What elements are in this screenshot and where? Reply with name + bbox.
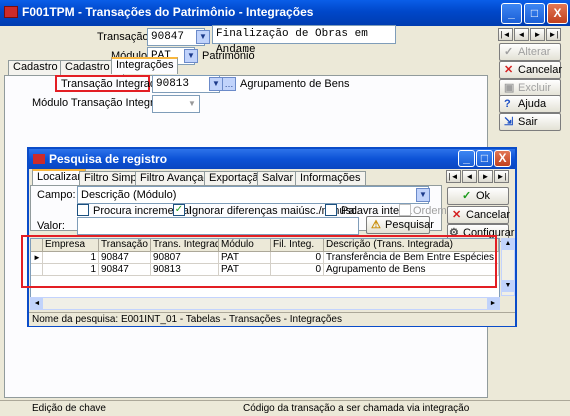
scroll-up-icon[interactable]: ▲ (502, 238, 514, 250)
tab-localizar[interactable]: Localizar (32, 169, 87, 186)
dialog-minimize-button[interactable]: _ (458, 150, 475, 167)
maximize-button[interactable]: □ (524, 3, 545, 24)
dialog-app-icon (33, 154, 45, 164)
cancelar-button[interactable]: ✕ Cancelar (499, 61, 562, 79)
tab-salvar[interactable]: Salvar (257, 171, 299, 186)
minimize-button[interactable]: _ (501, 3, 522, 24)
status-right: Código da transação a ser chamada via in… (243, 403, 470, 414)
modulo-desc: Patrimônio (202, 50, 255, 62)
transacao-lookup-button[interactable]: ▼ (196, 30, 210, 44)
x-icon: ✕ (504, 64, 514, 76)
dialog-maximize-button[interactable]: □ (476, 150, 493, 167)
nav-last-button[interactable]: ►| (546, 28, 561, 41)
ajuda-button[interactable]: ? Ajuda (499, 95, 561, 113)
pesquisar-button[interactable]: ⚠ Pesquisar (366, 216, 434, 234)
x-icon: ✕ (452, 209, 462, 221)
valor-label: Valor: (37, 220, 65, 232)
check-icon: ✓ (504, 46, 514, 58)
chevron-down-icon: ▼ (188, 99, 196, 108)
trash-icon: ▣ (504, 82, 515, 94)
tab-informacoes[interactable]: Informações (295, 171, 366, 186)
transacao-integrada-lookup-button[interactable]: … (222, 77, 236, 91)
warning-icon: ⚠ (371, 219, 381, 231)
close-button[interactable]: X (547, 3, 568, 24)
dialog-title: Pesquisa de registro (49, 152, 168, 166)
transacao-integrada-label: Transação Integrada: (61, 78, 166, 90)
ok-button[interactable]: ✓ Ok (447, 187, 509, 205)
horizontal-scrollbar[interactable] (30, 297, 500, 310)
alterar-button[interactable]: ✓ Alterar (499, 43, 561, 61)
scroll-down-icon[interactable]: ▼ (502, 280, 514, 292)
check-icon: ✓ (462, 190, 472, 202)
status-left: Edição de chave (32, 403, 106, 414)
dialog-footer: Nome da pesquisa: E001INT_01 - Tabelas -… (29, 312, 515, 326)
procura-incremental-checkbox[interactable] (77, 204, 89, 216)
ignorar-checkbox[interactable]: ✓ (173, 204, 185, 216)
dialog-cancelar-button[interactable]: ✕ Cancelar (447, 206, 510, 224)
dialog-nav-next-button[interactable]: ► (478, 170, 493, 183)
dialog-nav-last-button[interactable]: ►| (494, 170, 509, 183)
transacao-integrada-desc: Agrupamento de Bens (240, 78, 350, 90)
scroll-left-icon[interactable]: ◄ (31, 298, 43, 309)
nav-prev-button[interactable]: ◄ (514, 28, 529, 41)
nav-first-button[interactable]: |◄ (498, 28, 513, 41)
window-title: F001TPM - Transações do Patrimônio - Int… (22, 5, 314, 19)
modulo-dropdown-button[interactable]: ▼ (184, 49, 198, 63)
highlight-results (21, 235, 497, 288)
app-icon (4, 6, 18, 18)
palavra-inteira-checkbox[interactable] (325, 204, 337, 216)
search-dialog: Pesquisa de registro _ □ X Localizar Fil… (21, 147, 517, 327)
dialog-close-button[interactable]: X (494, 150, 511, 167)
exit-icon: ⇲ (504, 116, 514, 128)
transacao-label: Transação: (97, 31, 152, 43)
dialog-titlebar: Pesquisa de registro _ □ X (29, 149, 515, 169)
dialog-nav-first-button[interactable]: |◄ (446, 170, 461, 183)
campo-label: Campo: (37, 189, 76, 201)
tab-integracoes[interactable]: Integrações (111, 57, 179, 74)
sair-button[interactable]: ⇲ Sair (499, 113, 561, 131)
campo-select[interactable]: Descrição (Módulo) (77, 186, 429, 204)
dialog-nav-prev-button[interactable]: ◄ (462, 170, 477, 183)
valor-input[interactable] (77, 217, 359, 235)
transacao-desc-field: Finalização de Obras em Andame (212, 25, 396, 56)
help-icon: ? (504, 98, 511, 110)
ordem-checkbox[interactable] (399, 204, 411, 216)
window-titlebar: F001TPM - Transações do Patrimônio - Int… (0, 0, 570, 26)
scroll-right-icon[interactable]: ► (487, 298, 499, 309)
statusbar: Edição de chave Código da transação a se… (0, 400, 570, 416)
nav-next-button[interactable]: ► (530, 28, 545, 41)
campo-dropdown-button[interactable]: ▼ (416, 188, 430, 202)
transacao-integrada-dropdown-button[interactable]: ▼ (209, 77, 223, 91)
